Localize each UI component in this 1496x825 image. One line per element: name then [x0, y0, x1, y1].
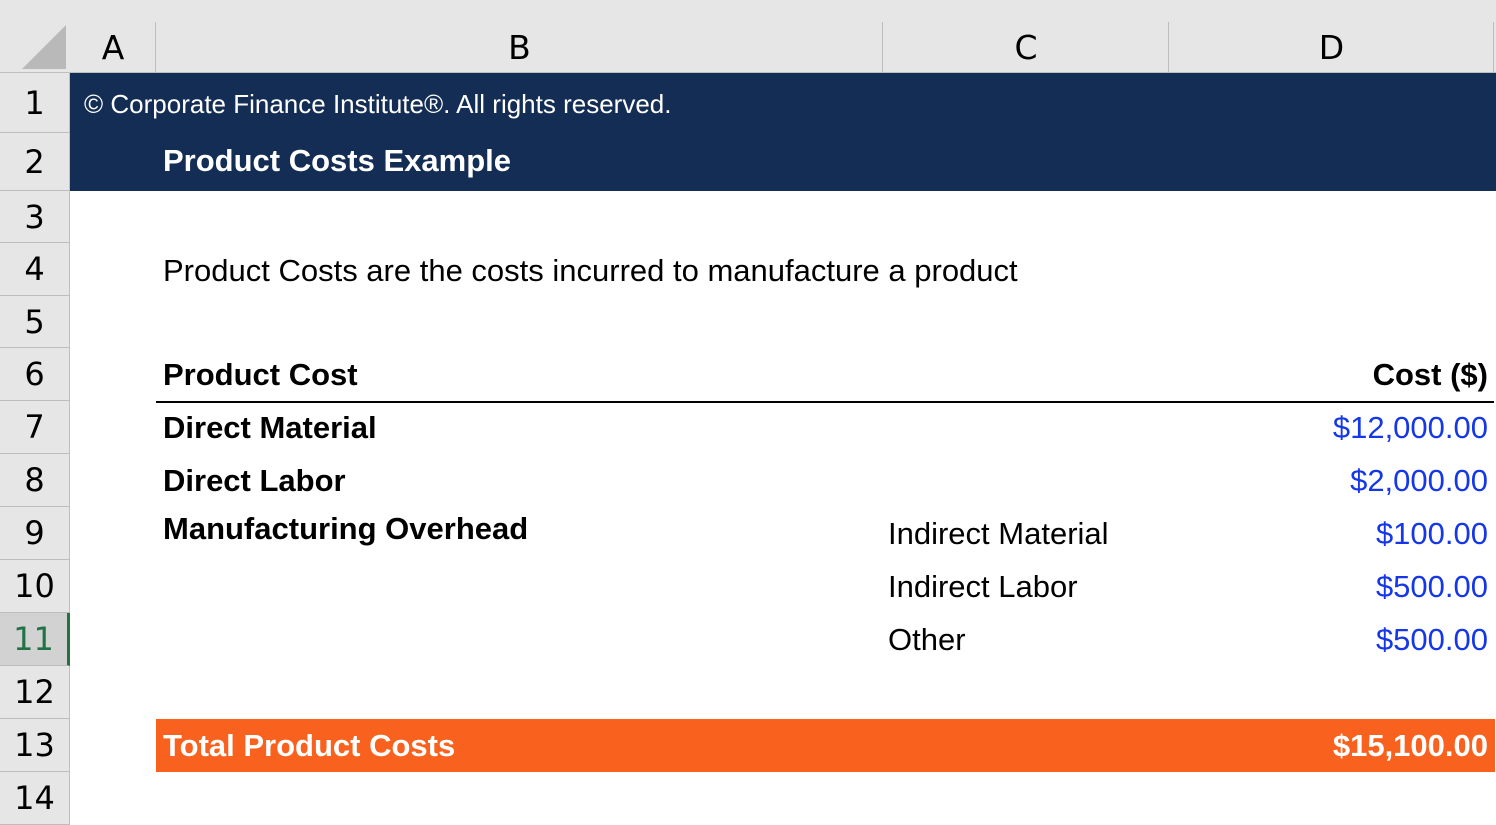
total-label[interactable]: Total Product Costs [163, 728, 455, 764]
row-header-13[interactable]: 13 [0, 719, 70, 772]
direct-material-label[interactable]: Direct Material [163, 410, 377, 446]
manufacturing-overhead-label[interactable]: Manufacturing Overhead [163, 511, 528, 547]
row-header-3[interactable]: 3 [0, 191, 70, 243]
row-header-8[interactable]: 8 [0, 454, 70, 507]
total-value[interactable]: $15,100.00 [1333, 728, 1488, 764]
column-header-b[interactable]: B [156, 0, 883, 73]
description-cell[interactable]: Product Costs are the costs incurred to … [163, 253, 1018, 289]
select-all-button[interactable] [0, 0, 70, 73]
other-value[interactable]: $500.00 [1376, 622, 1488, 658]
other-label[interactable]: Other [888, 622, 966, 658]
product-cost-header[interactable]: Product Cost [163, 357, 358, 393]
indirect-labor-value[interactable]: $500.00 [1376, 569, 1488, 605]
cost-header[interactable]: Cost ($) [1373, 357, 1488, 393]
row-header-7[interactable]: 7 [0, 401, 70, 454]
indirect-labor-label[interactable]: Indirect Labor [888, 569, 1078, 605]
direct-material-value[interactable]: $12,000.00 [1333, 410, 1488, 446]
row-header-2[interactable]: 2 [0, 133, 70, 191]
header-underline [156, 401, 1494, 403]
column-header-bar: A B C D [0, 0, 1496, 73]
row-header-1[interactable]: 1 [0, 73, 70, 133]
direct-labor-label[interactable]: Direct Labor [163, 463, 346, 499]
sheet-title-cell[interactable]: Product Costs Example [163, 143, 511, 179]
direct-labor-value[interactable]: $2,000.00 [1350, 463, 1488, 499]
row-header-10[interactable]: 10 [0, 560, 70, 613]
column-header-c[interactable]: C [883, 0, 1169, 73]
select-all-triangle-icon [22, 25, 66, 69]
row-header-6[interactable]: 6 [0, 348, 70, 401]
row-header-14[interactable]: 14 [0, 772, 70, 825]
row-header-9[interactable]: 9 [0, 507, 70, 560]
indirect-material-label[interactable]: Indirect Material [888, 516, 1109, 552]
row-header-4[interactable]: 4 [0, 243, 70, 296]
column-header-a[interactable]: A [70, 0, 156, 73]
row-header-12[interactable]: 12 [0, 666, 70, 719]
column-header-d[interactable]: D [1169, 0, 1494, 73]
copyright-cell[interactable]: © Corporate Finance Institute®. All righ… [84, 89, 671, 120]
spreadsheet: A B C D 1 2 3 4 5 6 7 8 9 10 11 12 13 14… [0, 0, 1496, 825]
row-header-11[interactable]: 11 [0, 613, 70, 666]
indirect-material-value[interactable]: $100.00 [1376, 516, 1488, 552]
row-header-5[interactable]: 5 [0, 296, 70, 348]
